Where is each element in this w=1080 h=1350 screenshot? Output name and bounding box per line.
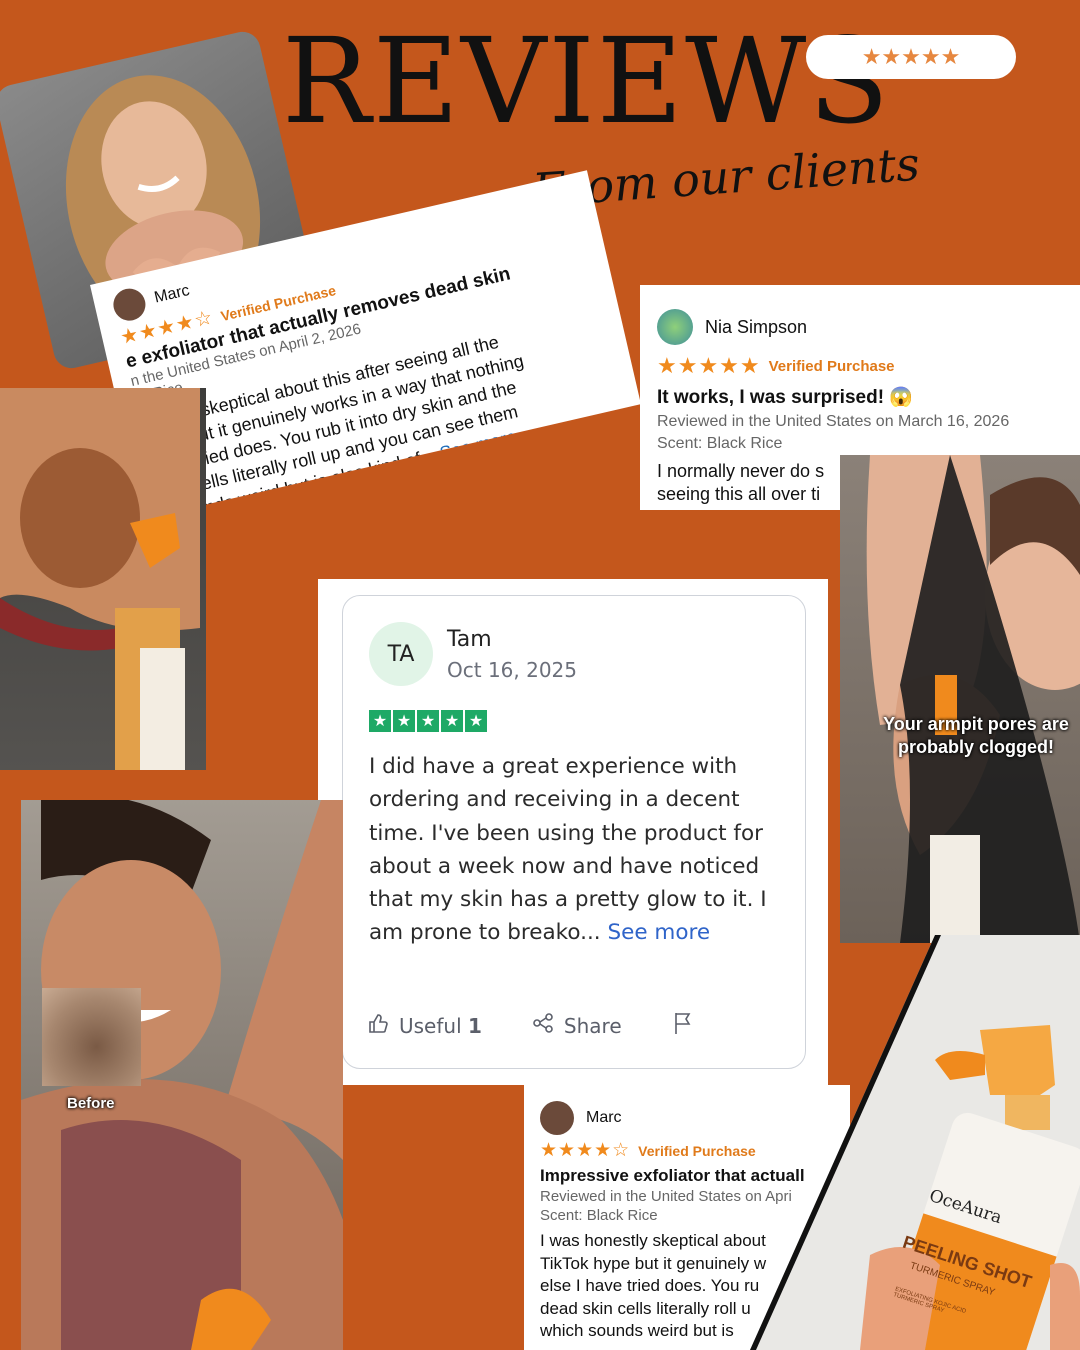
useful-button[interactable]: Useful 1 bbox=[399, 1014, 482, 1038]
verified-badge: Verified Purchase bbox=[638, 1142, 756, 1159]
armpit-video-photo: Your armpit pores are probably clogged! bbox=[840, 455, 1080, 943]
product-bottle-photo: OceAura PEELING SHOT TURMERIC SPRAY EXFO… bbox=[750, 935, 1080, 1350]
star-icon: ★ bbox=[465, 710, 487, 732]
product-bottle-illustration bbox=[750, 935, 1080, 1350]
reviewer-name: Marc bbox=[152, 282, 192, 307]
share-icon bbox=[532, 1012, 554, 1039]
share-button[interactable]: Share bbox=[564, 1014, 622, 1038]
review-scent: Scent: Black Rice bbox=[657, 435, 783, 452]
reviewer-name: Nia Simpson bbox=[705, 316, 808, 337]
rating-stars: ★★★★★ bbox=[861, 44, 961, 70]
review-title: It works, I was surprised! 😱 bbox=[657, 387, 913, 408]
star-icon: ★ bbox=[417, 710, 439, 732]
reviewer-avatar bbox=[110, 285, 149, 324]
armpit-caption: Your armpit pores are probably clogged! bbox=[883, 714, 1069, 757]
reviewer-avatar bbox=[540, 1101, 574, 1135]
armpit-spray-photo bbox=[0, 388, 206, 770]
review-text: I did have a great experience with order… bbox=[369, 754, 767, 946]
armpit-video-illustration bbox=[866, 455, 1080, 943]
before-woman-photo: Before bbox=[21, 800, 343, 1350]
star-icon: ★ bbox=[441, 710, 463, 732]
before-thumbnail bbox=[42, 988, 141, 1086]
reviewer-name: Marc bbox=[586, 1109, 622, 1126]
page-title: REVIEWS bbox=[282, 12, 892, 150]
star-icon: ★ bbox=[393, 710, 415, 732]
star-icon: ★ bbox=[369, 710, 391, 732]
verified-badge: Verified Purchase bbox=[768, 357, 895, 375]
review-card-tam: TA Tam Oct 16, 2025 ★ ★ ★ ★ ★ I did have a g… bbox=[342, 595, 806, 1069]
reviewer-name: Tam bbox=[447, 626, 492, 652]
rating-pill: ★★★★★ bbox=[806, 35, 1016, 79]
review-meta: Reviewed in the United States on March 1… bbox=[657, 413, 1010, 430]
trustpilot-stars: ★ ★ ★ ★ ★ bbox=[369, 710, 779, 732]
review-date: Oct 16, 2025 bbox=[447, 657, 577, 682]
reviewer-avatar bbox=[657, 309, 693, 345]
before-label: Before bbox=[67, 1095, 115, 1112]
rating-stars: ★★★★★ bbox=[657, 353, 761, 378]
flag-icon[interactable] bbox=[672, 1011, 694, 1040]
armpit-spray-illustration bbox=[0, 388, 200, 770]
rating-stars: ★★★★☆ bbox=[540, 1140, 631, 1161]
see-more-link[interactable]: See more bbox=[607, 920, 710, 945]
reviewer-avatar: TA bbox=[369, 622, 433, 686]
thumbs-up-icon bbox=[367, 1012, 389, 1039]
